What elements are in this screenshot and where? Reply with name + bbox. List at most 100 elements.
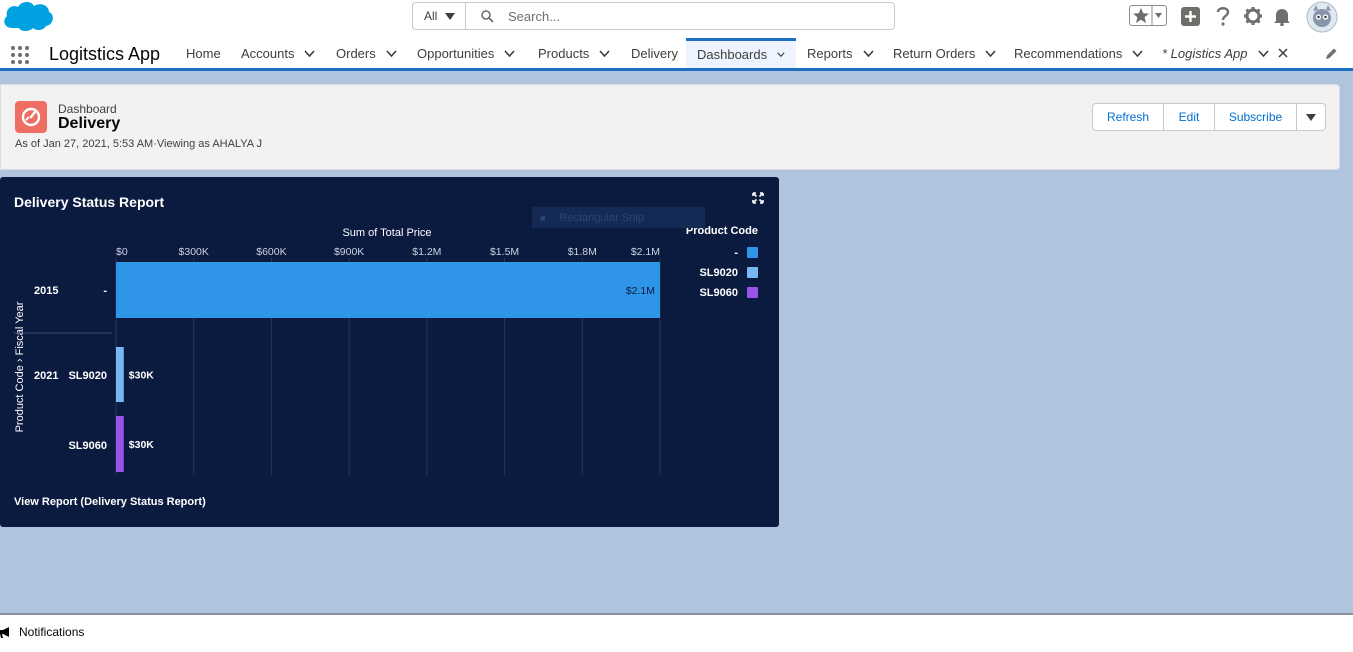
chevron-down-icon[interactable]	[777, 51, 785, 58]
gauge-icon	[21, 107, 41, 127]
x-tick-label: $1.8M	[568, 246, 597, 258]
legend-label: SL9060	[699, 287, 738, 299]
tab-delivery[interactable]: Delivery	[631, 38, 678, 68]
y-category-label: -	[103, 285, 107, 297]
legend-label: SL9020	[699, 267, 738, 279]
y-group-label: 2021	[34, 370, 58, 382]
more-actions-button[interactable]	[1297, 104, 1325, 130]
chevron-down-icon[interactable]	[1257, 49, 1269, 57]
tab-accounts[interactable]: Accounts	[241, 38, 316, 68]
x-tick-label: $1.5M	[490, 246, 519, 258]
user-avatar	[1306, 1, 1338, 33]
tab-label: Dashboards	[697, 47, 768, 62]
search-scope-label: All	[424, 9, 438, 23]
global-actions-button[interactable]	[1180, 4, 1200, 28]
global-header: All Search...	[0, 0, 1353, 38]
user-profile-button[interactable]	[1306, 1, 1338, 33]
notifications-bell-icon	[1274, 8, 1290, 26]
y-group-label: 2015	[34, 285, 58, 297]
chevron-down-icon[interactable]	[386, 49, 397, 57]
y-axis-title: Product Code › Fiscal Year	[14, 301, 26, 432]
page-title: Delivery	[58, 115, 121, 132]
chevron-down-icon	[445, 12, 456, 20]
tab-return-orders[interactable]: Return Orders	[893, 38, 996, 68]
tab-label: Accounts	[241, 45, 295, 61]
tab-home[interactable]: Home	[186, 38, 221, 68]
x-tick-label: $900K	[334, 246, 364, 258]
legend-swatch	[747, 267, 758, 278]
tab-reports[interactable]: Reports	[807, 38, 874, 68]
x-tick-label: $600K	[256, 246, 286, 258]
chevron-down-icon[interactable]	[304, 49, 316, 57]
search-placeholder: Search...	[508, 8, 561, 24]
data-label: $2.1M	[626, 285, 655, 297]
help-icon	[1216, 7, 1230, 26]
edit-nav-pencil-icon[interactable]	[1324, 47, 1338, 61]
subscribe-button[interactable]: Subscribe	[1215, 104, 1297, 130]
tab-opportunities[interactable]: Opportunities	[417, 38, 515, 68]
close-tab-icon[interactable]	[1277, 48, 1288, 58]
tab-orders[interactable]: Orders	[336, 38, 397, 68]
tab-label: Return Orders	[893, 45, 976, 61]
x-tick-label: $2.1M	[631, 246, 660, 258]
megaphone-icon	[0, 626, 9, 638]
tab-logistics-app-workspace[interactable]: * Logistics App	[1162, 38, 1288, 68]
data-label: $30K	[129, 439, 155, 451]
chevron-down-icon[interactable]	[1132, 49, 1143, 57]
x-axis-title: Sum of Total Price	[342, 227, 431, 239]
tab-label: Recommendations	[1014, 45, 1123, 61]
notifications-utility[interactable]: Notifications	[0, 625, 84, 639]
snip-icon: ■	[540, 212, 546, 223]
edit-button[interactable]: Edit	[1164, 104, 1215, 130]
chevron-down-icon	[1306, 113, 1316, 121]
tab-products[interactable]: Products	[538, 38, 610, 68]
dashboard-object-icon	[15, 101, 47, 133]
tab-label: Home	[186, 45, 221, 61]
tab-dashboards[interactable]: Dashboards	[686, 38, 796, 68]
tab-recommendations[interactable]: Recommendations	[1014, 38, 1143, 68]
chevron-down-icon[interactable]	[862, 49, 874, 57]
favorites-button[interactable]	[1129, 5, 1167, 26]
bar	[116, 416, 124, 472]
delivery-status-bar-chart: Sum of Total Price $0 $300K $600K $900K $1.2M…	[14, 225, 758, 475]
search-input[interactable]: Search...	[466, 3, 894, 29]
legend-swatch	[747, 247, 758, 258]
search-scope-select[interactable]: All	[413, 3, 466, 29]
setup-button[interactable]	[1243, 4, 1263, 28]
notifications-button[interactable]	[1272, 4, 1292, 28]
y-category-label: SL9020	[68, 370, 107, 382]
add-icon	[1180, 6, 1200, 26]
help-button[interactable]	[1214, 4, 1232, 28]
chevron-down-icon[interactable]	[985, 49, 996, 57]
x-tick-label: $1.2M	[412, 246, 441, 258]
salesforce-cloud-icon[interactable]	[2, 0, 54, 34]
search-icon	[481, 9, 494, 23]
expand-icon[interactable]	[752, 192, 764, 204]
object-type-label: Dashboard	[58, 102, 117, 116]
notifications-label: Notifications	[19, 625, 85, 639]
app-launcher-icon[interactable]	[10, 45, 30, 65]
legend-label: -	[734, 247, 738, 259]
snip-tool-overlay: ■ Rectangular Snip	[532, 207, 705, 228]
x-tick-label: $300K	[179, 246, 209, 258]
setup-gear-icon	[1244, 7, 1262, 25]
bar	[116, 262, 660, 318]
tab-label: Delivery	[631, 45, 678, 61]
header-button-group: Refresh Edit Subscribe	[1092, 103, 1326, 131]
tab-label: * Logistics App	[1162, 45, 1248, 61]
data-label: $30K	[129, 370, 155, 382]
refresh-button[interactable]: Refresh	[1093, 104, 1164, 130]
x-tick-label: $0	[116, 246, 128, 258]
component-title: Delivery Status Report	[14, 194, 165, 210]
tab-label: Reports	[807, 45, 853, 61]
view-report-link[interactable]: View Report (Delivery Status Report)	[14, 496, 206, 508]
chevron-down-icon[interactable]	[599, 49, 610, 57]
global-search[interactable]: All Search...	[412, 2, 895, 30]
navigation-bar: Logitstics App Home Accounts Orders Oppo…	[0, 38, 1353, 71]
app-name: Logitstics App	[49, 44, 161, 64]
bar	[116, 347, 124, 402]
chevron-down-icon[interactable]	[504, 49, 515, 57]
legend-swatch	[747, 287, 758, 298]
tab-label: Products	[538, 45, 590, 61]
dashboard-component-card: Sum of Total Price $0 $300K $600K $900K $1.2M…	[0, 177, 779, 527]
